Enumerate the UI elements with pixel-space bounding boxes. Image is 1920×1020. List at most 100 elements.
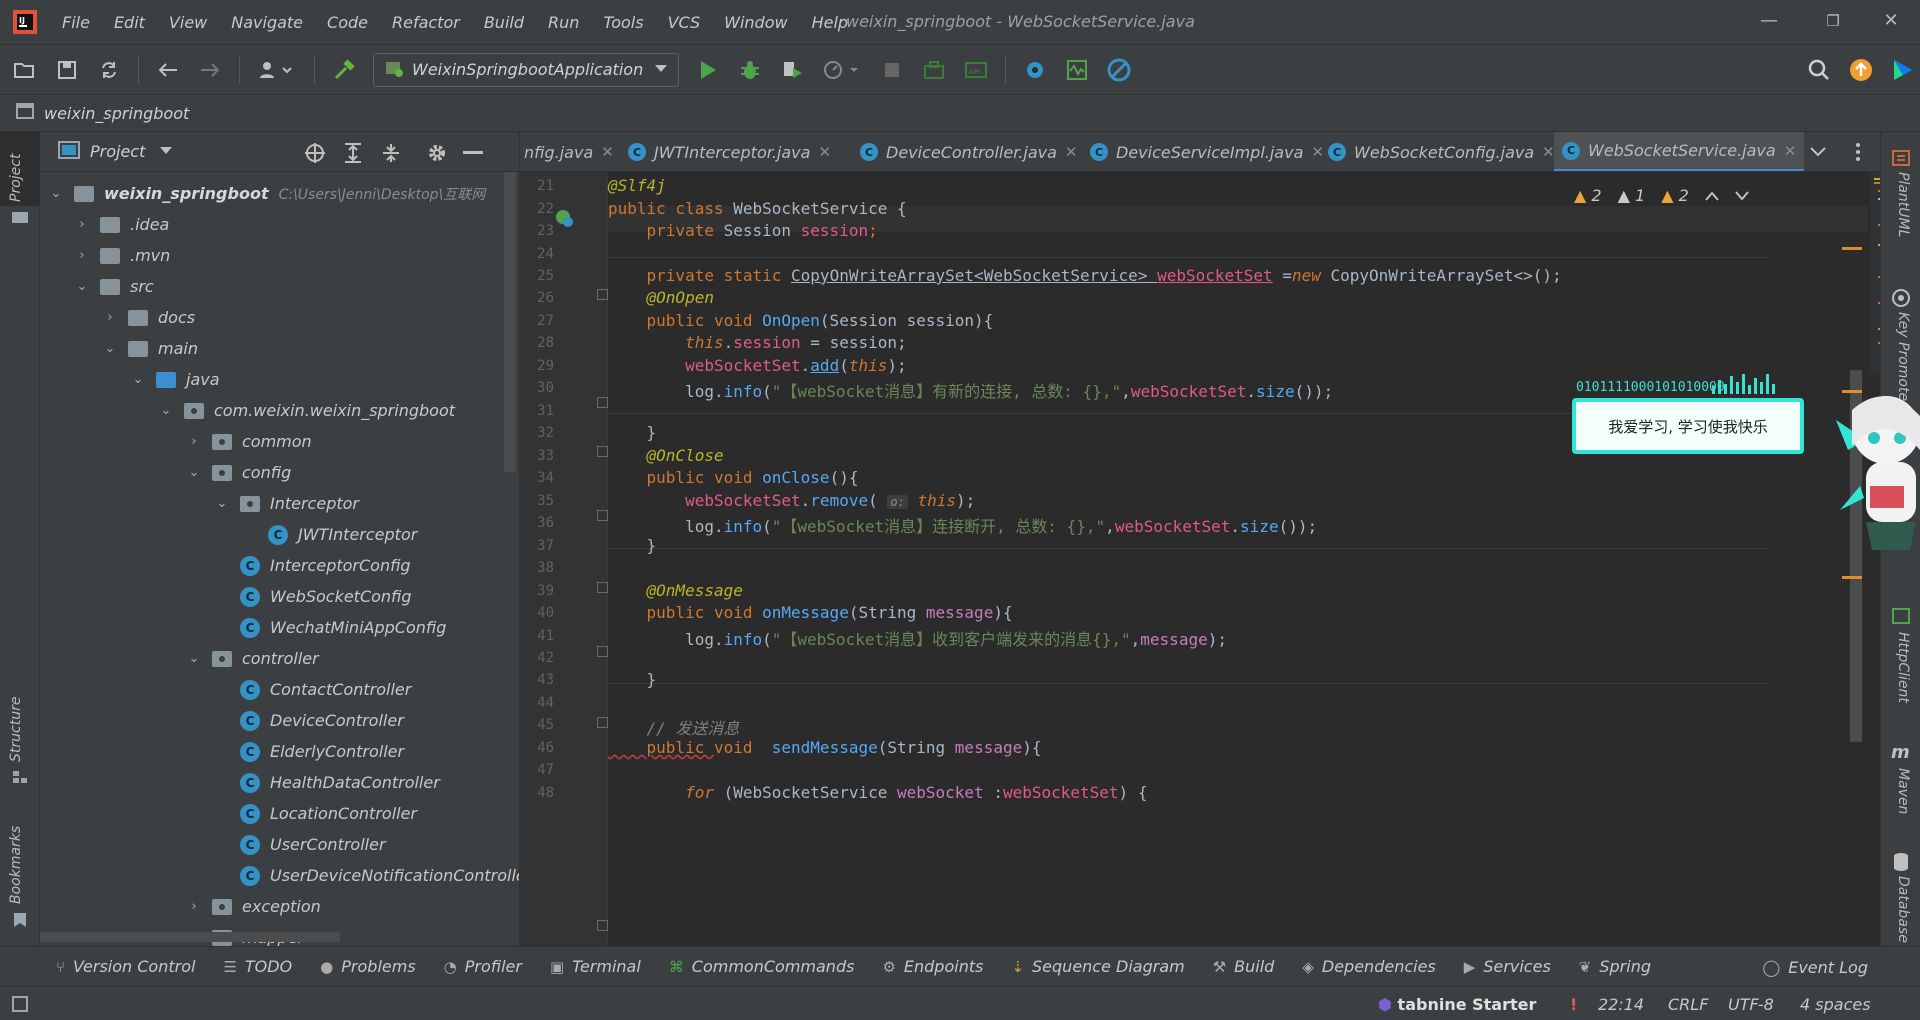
minimize-button[interactable]: —	[1754, 8, 1784, 34]
toolbox-app-icon[interactable]	[1886, 53, 1920, 87]
tree-item[interactable]: C WebSocketConfig	[240, 581, 412, 612]
chevron-right-icon[interactable]: ›	[184, 434, 204, 449]
coverage-icon[interactable]	[775, 53, 809, 87]
tree-item[interactable]: C ContactController	[240, 674, 411, 705]
bookmarks-tool-tab[interactable]: Bookmarks	[8, 826, 24, 904]
menu-code[interactable]: Code	[315, 13, 380, 32]
warning-stripe-marker[interactable]	[1842, 247, 1862, 250]
menu-window[interactable]: Window	[712, 13, 799, 32]
run-configuration-selector[interactable]: WeixinSpringbootApplication	[373, 52, 679, 87]
menu-edit[interactable]: Edit	[102, 13, 157, 32]
tabs-overflow-chevron-icon[interactable]	[1810, 132, 1826, 171]
close-icon[interactable]: ✕	[1542, 143, 1555, 161]
version-control-button[interactable]: ⑂ Version Control	[56, 957, 195, 976]
sequence-diagram-button[interactable]: ⇣ Sequence Diagram	[1011, 957, 1184, 976]
http-client-icon[interactable]: API	[959, 53, 993, 87]
tree-item[interactable]: › .mvn	[72, 240, 170, 271]
database-tool-tab[interactable]: Database	[1895, 876, 1911, 943]
fold-marker-icon[interactable]	[597, 446, 608, 457]
back-arrow-icon[interactable]	[151, 53, 185, 87]
sync-icon[interactable]	[92, 53, 126, 87]
chevron-right-icon[interactable]: ›	[72, 217, 92, 232]
chevron-down-icon[interactable]: ⌄	[128, 372, 148, 387]
error-indicator[interactable]: !	[1570, 995, 1577, 1014]
tab-deviceserviceimpl[interactable]: C DeviceServiceImpl.java ✕	[1090, 132, 1324, 171]
toggle-tool-windows-icon[interactable]	[12, 996, 28, 1016]
plantuml-tool-tab[interactable]: PlantUML	[1895, 172, 1911, 237]
forward-arrow-icon[interactable]	[193, 53, 227, 87]
tree-item[interactable]: ⌄ main	[100, 333, 198, 364]
menu-vcs[interactable]: VCS	[656, 13, 713, 32]
event-log-button[interactable]: ◯ Event Log	[1762, 947, 1868, 987]
close-icon[interactable]: ✕	[818, 143, 831, 161]
chevron-right-icon[interactable]: ›	[100, 310, 120, 325]
tree-item[interactable]: C ElderlyController	[240, 736, 404, 767]
code-editor[interactable]: 21 22 23 24 25 26 27 28 29 30 31 32 33 34 35 36 37 38 39 40…	[520, 172, 1880, 946]
menu-refactor[interactable]: Refactor	[380, 13, 472, 32]
tree-item[interactable]: C InterceptorConfig	[240, 550, 411, 581]
httpclient-tool-tab[interactable]: HttpClient	[1895, 632, 1911, 703]
chevron-down-icon[interactable]: ⌄	[46, 186, 66, 201]
project-panel-title[interactable]: Project	[90, 142, 145, 161]
locate-crosshair-icon[interactable]	[302, 140, 328, 166]
save-icon[interactable]	[50, 53, 84, 87]
commoncommands-button[interactable]: ⌘ CommonCommands	[669, 957, 855, 976]
breadcrumb-project[interactable]: weixin_springboot	[44, 104, 189, 123]
tab-jwtinterceptor[interactable]: C JWTInterceptor.java ✕	[628, 132, 831, 171]
menu-tools[interactable]: Tools	[591, 13, 655, 32]
tree-item[interactable]: ⌄ src	[72, 271, 154, 302]
tree-root[interactable]: ⌄ weixin_springboot C:\Users\Jenni\Deskt…	[46, 178, 486, 209]
expand-all-icon[interactable]	[340, 140, 366, 166]
terminal-button[interactable]: ▣ Terminal	[550, 957, 641, 976]
chevron-down-icon[interactable]: ⌄	[72, 279, 92, 294]
todo-button[interactable]: ☰ TODO	[223, 957, 292, 976]
close-icon[interactable]: ✕	[1784, 142, 1797, 160]
user-dropdown-icon[interactable]	[252, 53, 302, 87]
tree-item[interactable]: › exception	[184, 891, 320, 922]
file-encoding[interactable]: UTF-8	[1728, 995, 1774, 1014]
close-icon[interactable]: ✕	[1065, 143, 1078, 161]
previous-highlight-icon[interactable]	[1705, 186, 1719, 205]
disable-icon[interactable]	[1102, 53, 1136, 87]
dependencies-button[interactable]: ◈ Dependencies	[1302, 957, 1435, 976]
chevron-down-icon[interactable]: ⌄	[184, 465, 204, 480]
tree-item[interactable]: ⌄ com.weixin.weixin_springboot	[156, 395, 455, 426]
tree-item[interactable]: › common	[184, 426, 311, 457]
tree-item[interactable]: ⌄ config	[184, 457, 292, 488]
monitor-icon[interactable]	[1060, 53, 1094, 87]
gear-icon[interactable]	[424, 140, 450, 166]
code-minimap[interactable]	[1870, 172, 1880, 372]
tree-item[interactable]: ⌄ controller	[184, 643, 319, 674]
tree-item[interactable]: C LocationController	[240, 798, 417, 829]
tab-websocketconfig[interactable]: C WebSocketConfig.java ✕	[1328, 132, 1555, 171]
close-icon[interactable]: ✕	[1311, 143, 1324, 161]
next-highlight-icon[interactable]	[1735, 186, 1749, 205]
menu-build[interactable]: Build	[472, 13, 536, 32]
tree-item[interactable]: C WechatMiniAppConfig	[240, 612, 446, 643]
chevron-down-icon[interactable]	[159, 144, 173, 160]
project-tool-tab[interactable]: Project	[8, 154, 24, 202]
tree-item[interactable]: C JWTInterceptor	[268, 519, 417, 550]
profile-dropdown-icon[interactable]	[817, 53, 867, 87]
tree-horizontal-scrollbar[interactable]	[40, 932, 340, 942]
fold-marker-icon[interactable]	[597, 920, 608, 931]
chevron-right-icon[interactable]: ›	[72, 248, 92, 263]
tree-item[interactable]: › .idea	[72, 209, 169, 240]
menu-file[interactable]: File	[50, 13, 102, 32]
stop-icon[interactable]	[875, 53, 909, 87]
open-folder-icon[interactable]	[8, 53, 42, 87]
more-options-icon[interactable]	[1856, 132, 1860, 171]
menu-navigate[interactable]: Navigate	[219, 13, 315, 32]
endpoints-button[interactable]: ⚙ Endpoints	[882, 957, 983, 976]
search-icon[interactable]	[1802, 53, 1836, 87]
tree-item[interactable]: C UserDeviceNotificationController	[240, 860, 519, 891]
fold-marker-icon[interactable]	[597, 717, 608, 728]
warning-stripe-marker[interactable]	[1842, 576, 1862, 579]
tree-item[interactable]: ⌄ Interceptor	[212, 488, 359, 519]
warning-count-a[interactable]: ▲ 2	[1574, 186, 1602, 205]
tree-item[interactable]: ⌄ java	[128, 364, 220, 395]
vcs-update-icon[interactable]	[1018, 53, 1052, 87]
tree-item[interactable]: C HealthDataController	[240, 767, 440, 798]
fold-marker-icon[interactable]	[597, 582, 608, 593]
chevron-down-icon[interactable]: ⌄	[156, 403, 176, 418]
